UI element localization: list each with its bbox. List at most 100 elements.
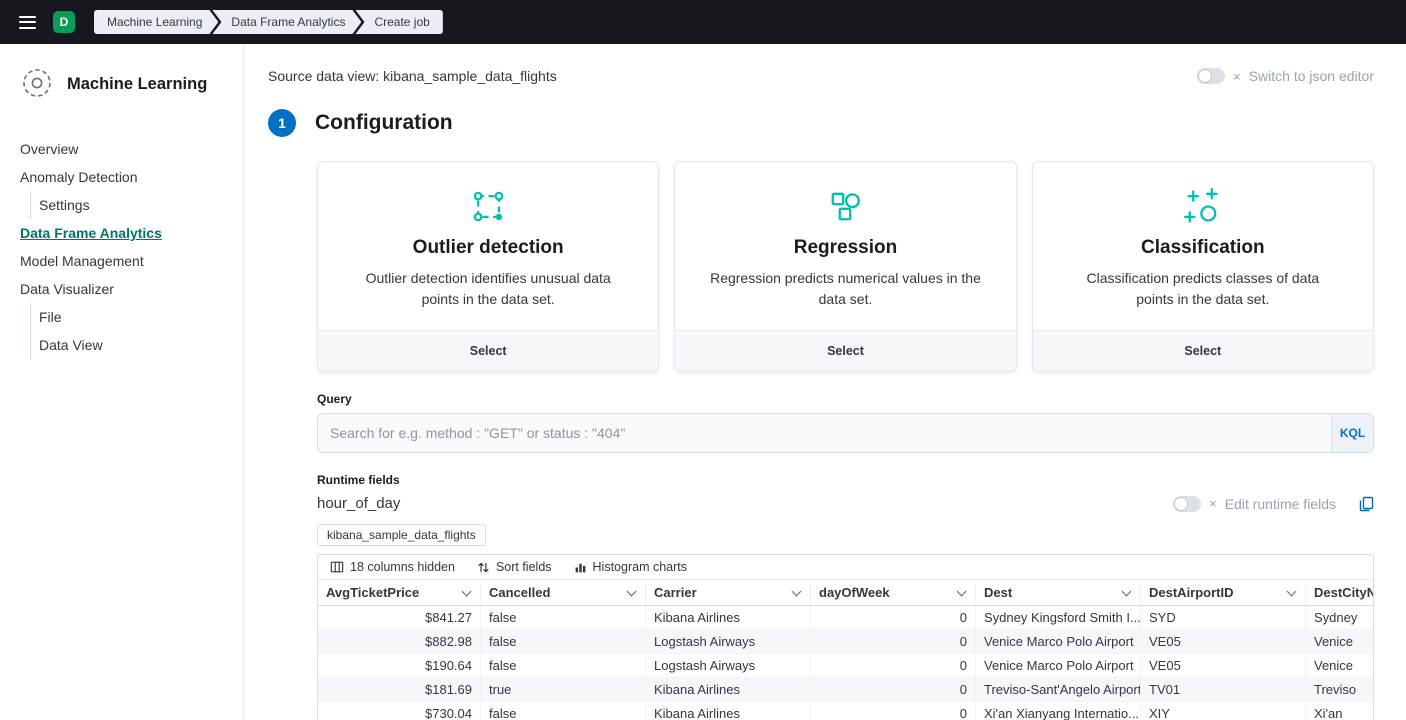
column-header-destairportid[interactable]: DestAirportID xyxy=(1141,580,1306,605)
card-title: Outlier detection xyxy=(318,237,658,259)
table-cell[interactable]: Venice xyxy=(1306,654,1374,677)
table-cell[interactable]: Kibana Airlines xyxy=(646,678,811,701)
source-data-view-label: Source data view: kibana_sample_data_fli… xyxy=(268,68,557,84)
table-cell[interactable]: 0 xyxy=(811,702,976,720)
table-cell[interactable]: true xyxy=(481,678,646,701)
table-cell[interactable]: Kibana Airlines xyxy=(646,606,811,629)
json-editor-toggle-group: × Switch to json editor xyxy=(1197,68,1374,84)
table-cell[interactable]: VE05 xyxy=(1141,654,1306,677)
query-label: Query xyxy=(317,392,1374,406)
space-avatar[interactable]: D xyxy=(53,11,75,33)
sidebar-item-data-visualizer[interactable]: Data Visualizer xyxy=(20,275,229,303)
table-cell[interactable]: $181.69 xyxy=(318,678,481,701)
card-outlier-detection[interactable]: Outlier detection Outlier detection ident… xyxy=(317,161,659,372)
table-cell[interactable]: $841.27 xyxy=(318,606,481,629)
table-cell[interactable]: SYD xyxy=(1141,606,1306,629)
table-cell[interactable]: Treviso xyxy=(1306,678,1374,701)
table-cell[interactable]: Venice Marco Polo Airport xyxy=(976,654,1141,677)
table-cell[interactable]: 0 xyxy=(811,606,976,629)
column-header-destcityname[interactable]: DestCityName xyxy=(1306,580,1374,605)
chevron-down-icon[interactable] xyxy=(1122,586,1132,596)
table-cell[interactable]: XIY xyxy=(1141,702,1306,720)
sidebar-item-anomaly-detection[interactable]: Anomaly Detection xyxy=(20,163,229,191)
sidebar-item-data-frame-analytics[interactable]: Data Frame Analytics xyxy=(20,219,229,247)
table-cell[interactable]: Logstash Airways xyxy=(646,654,811,677)
chevron-down-icon[interactable] xyxy=(627,586,637,596)
sidebar-item-model-management[interactable]: Model Management xyxy=(20,247,229,275)
table-cell[interactable]: TV01 xyxy=(1141,678,1306,701)
step-number-badge: 1 xyxy=(268,109,296,137)
table-cell[interactable]: $882.98 xyxy=(318,630,481,653)
column-header-avgticketprice[interactable]: AvgTicketPrice xyxy=(318,580,481,605)
select-button[interactable]: Select xyxy=(1033,330,1373,371)
step-title: Configuration xyxy=(315,111,453,135)
column-header-carrier[interactable]: Carrier xyxy=(646,580,811,605)
table-cell[interactable]: false xyxy=(481,606,646,629)
chevron-down-icon[interactable] xyxy=(1287,586,1297,596)
select-button[interactable]: Select xyxy=(318,330,658,371)
table-cell[interactable]: Kibana Airlines xyxy=(646,702,811,720)
menu-toggle-icon[interactable] xyxy=(12,7,42,37)
card-classification[interactable]: ClassificationClassification predicts cl… xyxy=(1032,161,1374,372)
chevron-down-icon[interactable] xyxy=(957,586,967,596)
column-header-label: Cancelled xyxy=(489,585,550,600)
sidebar-item-overview[interactable]: Overview xyxy=(20,135,229,163)
sidebar-title: Machine Learning xyxy=(67,75,207,94)
runtime-field-value: hour_of_day xyxy=(317,495,400,512)
column-header-dayofweek[interactable]: dayOfWeek xyxy=(811,580,976,605)
table-cell[interactable]: $190.64 xyxy=(318,654,481,677)
edit-runtime-fields-group: × Edit runtime fields xyxy=(1173,496,1374,512)
select-button[interactable]: Select xyxy=(675,330,1015,371)
query-search-input[interactable] xyxy=(318,414,1331,452)
switch-off-x-icon: × xyxy=(1233,70,1241,83)
table-cell[interactable]: false xyxy=(481,702,646,720)
table-cell[interactable]: Sydney xyxy=(1306,606,1374,629)
chevron-down-icon[interactable] xyxy=(792,586,802,596)
card-title: Classification xyxy=(1033,237,1373,259)
json-editor-switch[interactable] xyxy=(1197,68,1225,84)
card-description: Outlier detection identifies unusual dat… xyxy=(352,268,624,310)
column-header-label: Carrier xyxy=(654,585,697,600)
breadcrumb-data-frame-analytics[interactable]: Data Frame Analytics xyxy=(212,10,361,34)
table-cell[interactable]: Venice xyxy=(1306,630,1374,653)
table-cell[interactable]: Xi'an xyxy=(1306,702,1374,720)
sidebar-item-data-view[interactable]: Data View xyxy=(30,331,229,359)
json-editor-toggle-label: Switch to json editor xyxy=(1249,68,1374,84)
breadcrumb-machine-learning[interactable]: Machine Learning xyxy=(94,10,218,34)
toolbar-button-histogram-charts[interactable]: Histogram charts xyxy=(574,560,687,574)
index-name-badge: kibana_sample_data_flights xyxy=(317,524,486,546)
switch-knob xyxy=(1199,70,1211,82)
toolbar-button-sort-fields[interactable]: Sort fields xyxy=(477,560,552,574)
table-cell[interactable]: 0 xyxy=(811,654,976,677)
copy-icon[interactable] xyxy=(1358,496,1374,512)
table-cell[interactable]: Venice Marco Polo Airport xyxy=(976,630,1141,653)
toolbar-button-18-columns-hidden[interactable]: 18 columns hidden xyxy=(330,560,455,574)
sidebar-item-settings[interactable]: Settings xyxy=(30,191,229,219)
column-header-label: AvgTicketPrice xyxy=(326,585,419,600)
table-cell[interactable]: false xyxy=(481,630,646,653)
table-cell[interactable]: $730.04 xyxy=(318,702,481,720)
card-regression[interactable]: RegressionRegression predicts numerical … xyxy=(674,161,1016,372)
column-header-dest[interactable]: Dest xyxy=(976,580,1141,605)
sidebar: Machine Learning OverviewAnomaly Detecti… xyxy=(0,44,244,720)
column-header-label: DestAirportID xyxy=(1149,585,1234,600)
table-cell[interactable]: 0 xyxy=(811,678,976,701)
card-description: Regression predicts numerical values in … xyxy=(709,268,981,310)
table-cell[interactable]: false xyxy=(481,654,646,677)
kql-language-button[interactable]: KQL xyxy=(1331,414,1373,452)
table-cell[interactable]: 0 xyxy=(811,630,976,653)
table-cell[interactable]: Xi'an Xianyang Internatio... xyxy=(976,702,1141,720)
table-cell[interactable]: Sydney Kingsford Smith I... xyxy=(976,606,1141,629)
regression-icon xyxy=(675,186,1015,226)
table-cell[interactable]: Treviso-Sant'Angelo Airport xyxy=(976,678,1141,701)
classification-icon xyxy=(1033,186,1373,226)
table-cell[interactable]: Logstash Airways xyxy=(646,630,811,653)
columns-hidden-icon xyxy=(330,560,344,574)
column-header-cancelled[interactable]: Cancelled xyxy=(481,580,646,605)
breadcrumb-create-job: Create job xyxy=(355,10,442,34)
sidebar-item-file[interactable]: File xyxy=(30,303,229,331)
table-cell[interactable]: VE05 xyxy=(1141,630,1306,653)
table-row: $730.04falseKibana Airlines0Xi'an Xianya… xyxy=(318,702,1373,720)
chevron-down-icon[interactable] xyxy=(462,586,472,596)
edit-runtime-fields-switch[interactable] xyxy=(1173,496,1201,512)
